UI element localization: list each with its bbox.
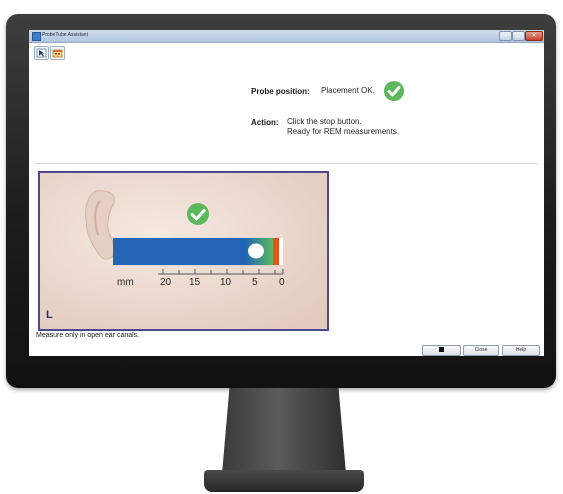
scale-tick-15: 15: [189, 277, 201, 288]
probe-tube-bar: [113, 238, 250, 265]
probe-position-value: Placement OK.: [321, 86, 375, 95]
eardrum-marker: [273, 238, 279, 265]
section-divider: [35, 163, 538, 164]
help-button[interactable]: Help: [502, 345, 540, 356]
app-window: ProbeTube Assistant – □ ✕ Probe position…: [29, 30, 544, 356]
hint-text: Measure only in open ear canals.: [36, 332, 140, 339]
placement-ok-check-icon: [384, 81, 404, 101]
scale-unit: mm: [117, 277, 134, 288]
action-label: Action:: [251, 118, 279, 127]
scale-tick-0: 0: [279, 277, 285, 288]
probe-position-label: Probe position:: [251, 87, 310, 96]
action-line-2: Ready for REM measurements.: [287, 127, 400, 136]
close-icon: ✕: [531, 33, 537, 39]
calendar-icon: [52, 49, 63, 58]
pointer-icon: [36, 48, 47, 58]
scale-tick-5: 5: [252, 277, 258, 288]
stop-button[interactable]: [422, 345, 461, 356]
title-bar[interactable]: ProbeTube Assistant – □ ✕: [29, 30, 544, 43]
ok-check-icon: [187, 203, 209, 225]
window-title: ProbeTube Assistant: [42, 32, 88, 38]
ear-illustration: [40, 173, 327, 329]
close-button[interactable]: Close: [463, 345, 499, 356]
action-line-1: Click the stop button.: [287, 117, 362, 126]
ear-side-indicator: L: [46, 309, 53, 321]
minimize-icon: –: [503, 33, 508, 39]
probe-tip-marker: [248, 243, 264, 259]
toolbar: [29, 43, 544, 61]
monitor-stand: [222, 388, 346, 474]
ear-canal-image: mm 20 15 10 5 0 L: [38, 171, 329, 331]
scale-tick-20: 20: [160, 277, 172, 288]
pointer-tool-button[interactable]: [34, 46, 49, 60]
maximize-button[interactable]: □: [512, 31, 525, 41]
monitor-base: [204, 470, 364, 492]
app-icon: [32, 32, 41, 41]
maximize-icon: □: [516, 33, 521, 39]
stop-icon: [439, 346, 444, 352]
close-window-button[interactable]: ✕: [525, 31, 543, 41]
calendar-tool-button[interactable]: [50, 46, 65, 60]
minimize-button[interactable]: –: [499, 31, 512, 41]
scale-tick-10: 10: [220, 277, 232, 288]
